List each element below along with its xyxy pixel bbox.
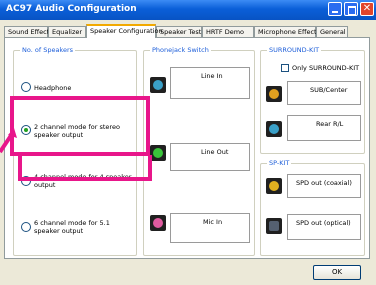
sub-center-jack-icon [266, 86, 282, 102]
radio-6-channel-label: 6 channel mode for 5.1 speaker output [34, 219, 110, 235]
highlight-box [10, 96, 150, 156]
line-in-box[interactable]: Line In [170, 67, 250, 99]
spd-optical-label: SPD out (optical) [296, 219, 351, 227]
sub-center-box[interactable]: SUB/Center [287, 81, 361, 105]
mic-in-box[interactable]: Mic In [170, 213, 250, 243]
rear-rl-box[interactable]: Rear R/L [287, 115, 361, 141]
surround-group-label: SURROUND-KIT [267, 46, 322, 54]
mic-in-label: Mic In [203, 218, 223, 226]
phonejack-group-label: Phonejack Switch [150, 46, 211, 54]
only-surround-checkbox[interactable] [281, 64, 289, 72]
ok-button[interactable]: OK [313, 265, 361, 280]
sub-center-label: SUB/Center [310, 86, 348, 94]
window-title: AC97 Audio Configuration [6, 4, 137, 14]
only-surround-label: Only SURROUND-KIT [292, 64, 360, 72]
tab-equalizer[interactable]: Equalizer [48, 26, 86, 37]
line-out-label: Line Out [201, 148, 229, 156]
tab-speaker-test[interactable]: Speaker Test [156, 26, 202, 37]
tab-microphone-effect[interactable]: Microphone Effect [254, 26, 317, 37]
spd-coaxial-jack-icon [266, 178, 282, 194]
spkit-group: SP-KIT SPD out (coaxial) SPD out (optica… [260, 159, 365, 256]
close-button[interactable]: ✕ [360, 2, 374, 16]
spd-coaxial-box[interactable]: SPD out (coaxial) [287, 174, 361, 198]
tab-speaker-configuration[interactable]: Speaker Configuration [86, 24, 163, 38]
radio-6-channel[interactable] [21, 222, 31, 232]
radio-headphone-label: Headphone [34, 84, 72, 92]
line-out-jack-icon [150, 145, 166, 161]
title-bar[interactable]: AC97 Audio Configuration ✕ [0, 0, 376, 20]
rear-rl-jack-icon [266, 121, 282, 137]
line-in-jack-icon [150, 77, 166, 93]
maximize-button[interactable] [344, 2, 358, 16]
tab-general[interactable]: General [316, 26, 348, 37]
line-in-label: Line In [201, 72, 223, 80]
highlight-box-bottom [18, 155, 152, 181]
arrow-icon [0, 128, 17, 154]
phonejack-group: Phonejack Switch Line In Line Out Mic In [143, 46, 255, 256]
surround-group: SURROUND-KIT Only SURROUND-KIT SUB/Cente… [260, 46, 365, 154]
spd-optical-jack-icon [266, 218, 282, 234]
speakers-group-label: No. of Speakers [20, 46, 76, 54]
minimize-button[interactable] [328, 2, 342, 16]
app-window: AC97 Audio Configuration ✕ Sound Effect … [0, 0, 376, 285]
spd-coaxial-label: SPD out (coaxial) [296, 179, 352, 187]
line-out-box[interactable]: Line Out [170, 143, 250, 171]
mic-in-jack-icon [150, 215, 166, 231]
tab-hrtf-demo[interactable]: HRTF Demo [202, 26, 254, 37]
spd-optical-box[interactable]: SPD out (optical) [287, 214, 361, 240]
rear-rl-label: Rear R/L [316, 120, 344, 128]
tab-sound-effect[interactable]: Sound Effect [4, 26, 49, 37]
radio-headphone[interactable] [21, 82, 31, 92]
spkit-group-label: SP-KIT [267, 159, 292, 167]
